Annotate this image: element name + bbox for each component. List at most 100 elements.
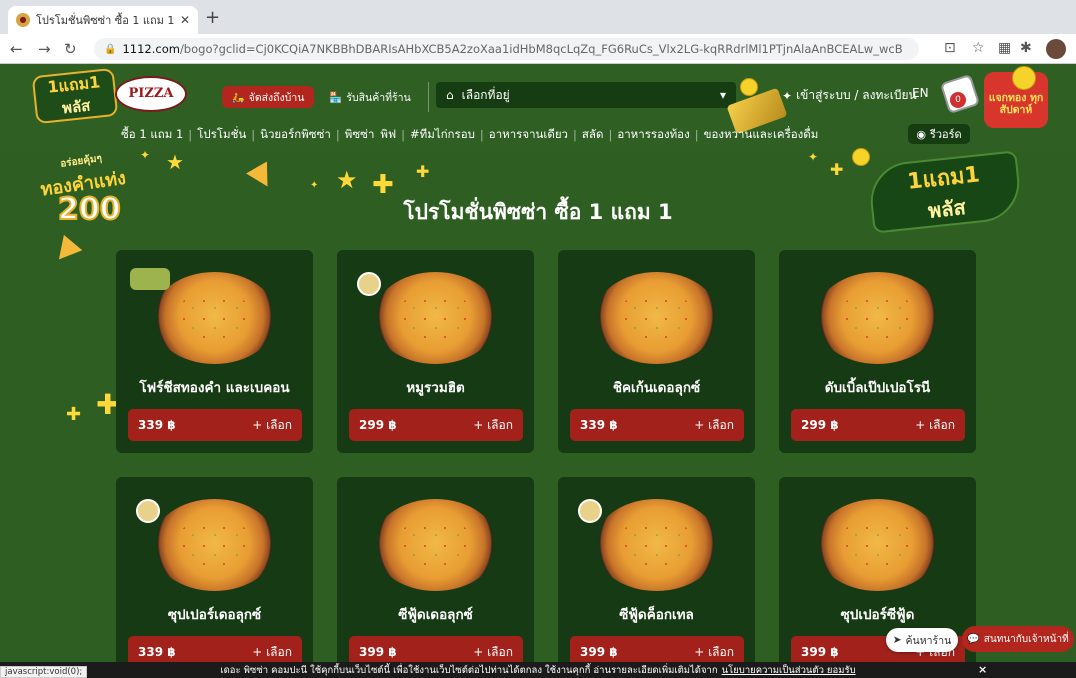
browser-tab[interactable]: ● โปรโมชั่นพิซซ่า ซื้อ 1 แถม 1 - เดอะ ✕ [8,6,198,34]
select-button[interactable]: + เลือก [694,416,734,435]
login-link[interactable]: ✦ เข้าสู่ระบบ / ลงทะเบียน [782,86,917,105]
url-field[interactable]: 🔒 1112.com/bogo?gclid=Cj0KCQiA7NKBBhDBAR… [94,38,919,60]
pizza-image [152,499,277,591]
star-decoration-icon: ✦ [140,148,151,162]
nav-item-appetizers[interactable]: อาหารรองท้อง [614,126,692,144]
product-price: 299 ฿ [801,418,839,432]
nav-item-dessert-drinks[interactable]: ของหวานและเครื่องดื่ม [701,126,822,144]
select-button[interactable]: + เลือก [694,643,734,662]
pizza-company-logo[interactable]: PIZZA [115,76,187,112]
nav-item-promotion[interactable]: โปรโมชั่น [194,126,249,144]
star-decoration-icon: ★ [166,150,184,174]
new-tab-button[interactable]: + [205,7,220,28]
scooter-icon: 🛵 [231,91,245,104]
bookmark-star-icon[interactable]: ☆ [972,40,985,56]
nav-item-single-dish[interactable]: อาหารจานเดียว [486,126,571,144]
pizza-favicon-icon: ● [16,13,30,27]
close-cookie-icon[interactable]: × [978,663,987,676]
pizza-image [152,272,277,364]
forward-icon[interactable]: → [38,40,51,58]
product-name: หมูรวมฮิต [406,380,465,396]
product-card[interactable]: ซีฟู้ดเดอลุกซ์ 399 ฿ + เลือก [337,477,534,678]
promo-logo-badge[interactable]: 1แถม1 พลัส [31,67,119,125]
find-store-button[interactable]: ➤ ค้นหาร้าน [886,628,958,652]
promo-badge-top: 1แถม1 [46,72,102,97]
select-button[interactable]: + เลือก [252,416,292,435]
delivery-label: จัดส่งถึงบ้าน [248,91,305,104]
location-select[interactable]: ⌂ เลือกที่อยู่ ▾ [436,82,736,108]
product-card[interactable]: หมูรวมฮิต 299 ฿ + เลือก [337,250,534,453]
nav-item-pif[interactable]: พิฟ [377,126,399,144]
extensions-grid-icon[interactable]: ▦ [998,40,1011,56]
pizza-image [815,272,940,364]
menu-badge-icon [136,499,160,523]
deco-right-top: 1แถม1 [906,162,982,195]
category-nav: ซื้อ 1 แถม 1 | โปรโมชั่น | นิวยอร์กพิซซ่า |… [118,126,821,144]
select-button[interactable]: + เลือก [473,416,513,435]
puzzle-icon[interactable]: ✱ [1020,40,1032,56]
plus-decoration-icon: ✚ [66,404,82,425]
pizza-image [373,499,498,591]
reward-label: รีวอร์ด [929,128,962,141]
site-header: 1แถม1 พลัส PIZZA 🛵 จัดส่งถึงบ้าน 🏪 รับสิ… [0,64,1076,152]
smiley-decoration-icon [852,148,870,166]
cookie-consent-bar: เดอะ พิซซ่า คอมปะนี ใช้คุกกี้บนเว็บไซต์น… [0,662,1076,678]
page-title: โปรโมชั่นพิซซ่า ซื้อ 1 แถม 1 [403,200,673,224]
product-card[interactable]: ชิคเก้นเดอลุกซ์ 339 ฿ + เลือก [558,250,755,453]
product-name: ซีฟู้ดค็อกเทล [619,607,694,623]
add-to-cart-bar[interactable]: 299 ฿ + เลือก [791,409,965,441]
delivery-button[interactable]: 🛵 จัดส่งถึงบ้าน [222,86,314,108]
add-to-cart-bar[interactable]: 299 ฿ + เลือก [349,409,523,441]
add-to-cart-bar[interactable]: 339 ฿ + เลือก [128,409,302,441]
url-host: 1112.com [122,42,180,56]
add-to-cart-bar[interactable]: 339 ฿ + เลือก [570,409,744,441]
nav-item-bogo[interactable]: ซื้อ 1 แถม 1 [118,126,186,144]
pizza-slice-decoration-icon [49,234,83,268]
product-price: 339 ฿ [138,645,176,659]
product-name: ชิคเก้นเดอลุกซ์ [612,380,701,396]
product-card[interactable]: ซีฟู้ดค็อกเทล 399 ฿ + เลือก [558,477,755,678]
profile-avatar[interactable] [1046,39,1066,59]
plus-decoration-icon: ✚ [830,160,844,179]
product-name: ซุปเปอร์ซีฟู้ด [840,607,915,623]
select-button[interactable]: + เลือก [252,643,292,662]
browser-status-bar: javascript:void(0); [0,666,88,678]
pickup-button[interactable]: 🏪 รับสินค้าที่ร้าน [320,86,420,108]
product-name: ดับเบิ้ลเป๊ปเปอโรนี [824,380,931,396]
smiley-decoration-icon [1012,66,1036,90]
menu-badge-icon [357,272,381,296]
translate-icon[interactable]: ⊡ [944,40,956,56]
pickup-label: รับสินค้าที่ร้าน [346,91,411,104]
pizza-image [594,272,719,364]
privacy-policy-link[interactable]: นโยบายความเป็นส่วนตัว ยอมรับ [722,663,856,678]
product-card[interactable]: ซุปเปอร์เดอลุกซ์ 339 ฿ + เลือก [116,477,313,678]
url-path: /bogo?gclid=Cj0KCQiA7NKBBhDBARIsAHbXCB5A… [179,42,903,56]
find-store-label: ค้นหาร้าน [905,634,952,647]
back-icon[interactable]: ← [10,40,23,58]
home-icon: ⌂ [446,88,454,102]
language-toggle[interactable]: EN [912,86,929,100]
pizza-image [594,499,719,591]
select-button[interactable]: + เลือก [915,416,955,435]
reward-icon: ◉ [916,127,926,141]
product-card[interactable]: โฟร์ชีสทองคำ และเบคอน 339 ฿ + เลือก [116,250,313,453]
product-name: โฟร์ชีสทองคำ และเบคอน [139,380,290,396]
nav-item-pizza[interactable]: พิซซ่า [342,126,378,144]
product-price: 399 ฿ [580,645,618,659]
chat-button[interactable]: 💬 สนทนากับเจ้าหน้าที่ [962,626,1074,652]
product-name: ซีฟู้ดเดอลุกซ์ [398,607,473,623]
plus-decoration-icon: ✚ [416,162,430,181]
product-name: ซุปเปอร์เดอลุกซ์ [167,607,262,623]
close-tab-icon[interactable]: ✕ [180,13,190,27]
smiley-decoration-icon [740,78,758,96]
product-card[interactable]: ดับเบิ้ลเป๊ปเปอโรนี 299 ฿ + เลือก [779,250,976,453]
tab-title: โปรโมชั่นพิซซ่า ซื้อ 1 แถม 1 - เดอะ [36,14,176,27]
nav-item-newyork-pizza[interactable]: นิวยอร์กพิซซ่า [257,126,334,144]
nav-item-salad[interactable]: สลัด [579,126,607,144]
product-price: 339 ฿ [580,418,618,432]
select-button[interactable]: + เลือก [473,643,513,662]
reward-button[interactable]: ◉ รีวอร์ด [908,124,970,144]
product-price: 299 ฿ [359,418,397,432]
reload-icon[interactable]: ↻ [64,40,77,58]
nav-item-crispy-chicken[interactable]: #ทีมไก่กรอบ [407,126,478,144]
